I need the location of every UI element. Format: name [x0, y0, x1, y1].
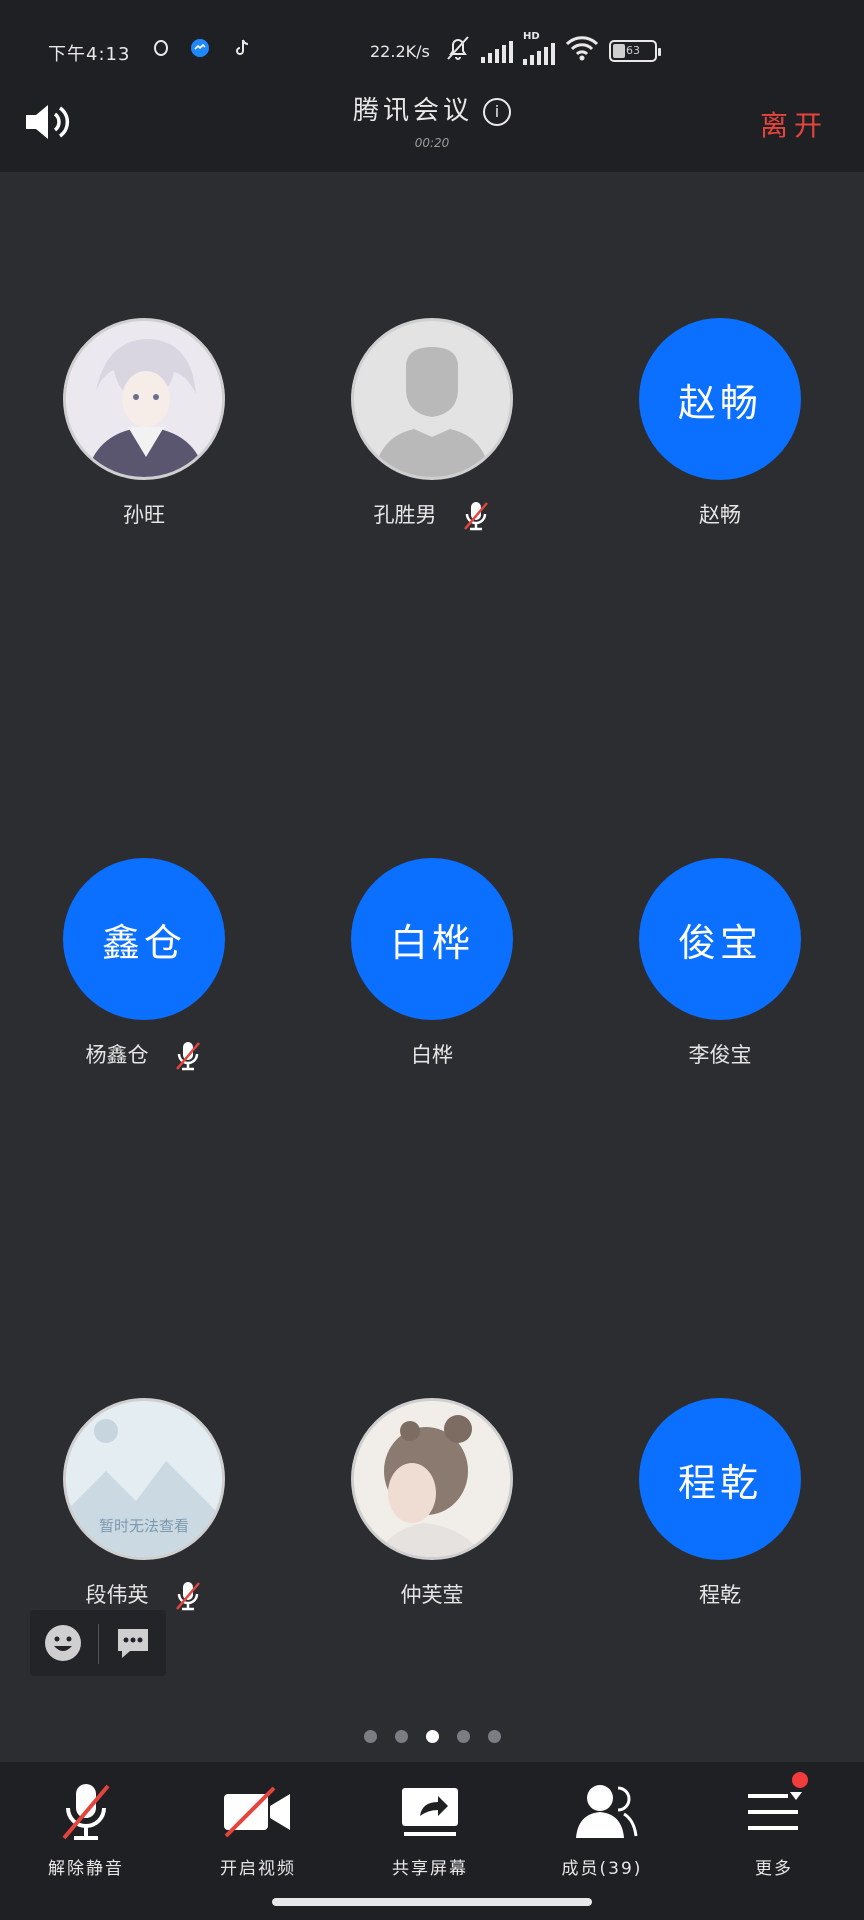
participant-tile[interactable]: 孙旺	[34, 318, 254, 532]
page-dot[interactable]	[487, 1730, 501, 1743]
top-bar: 下午4:13 22.2K/s HD 63 腾讯会议 i 00:20 离开	[0, 0, 864, 172]
status-right: HD 63	[445, 31, 661, 67]
start-video-button[interactable]: 开启视频	[172, 1762, 344, 1882]
avatar: 程乾	[639, 1398, 801, 1560]
participant-name: 杨鑫仓	[85, 1043, 149, 1067]
home-indicator[interactable]	[272, 1898, 592, 1906]
participant-name: 孔胜男	[373, 503, 437, 527]
signal-icon-2: HD	[523, 31, 555, 65]
default-person-icon	[374, 347, 490, 477]
participant-tile[interactable]: 赵畅 赵畅	[610, 318, 830, 532]
avatar: 暂时无法查看	[63, 1398, 225, 1560]
participant-tile[interactable]: 程乾 程乾	[610, 1398, 830, 1612]
participant-name: 孙旺	[123, 503, 165, 527]
avatar	[63, 318, 225, 480]
girl-avatar-image	[354, 1401, 510, 1557]
meeting-title-text: 腾讯会议	[352, 96, 473, 126]
muted-mic-icon	[173, 1039, 203, 1073]
participant-tile[interactable]: 仲芙莹	[322, 1398, 542, 1612]
muted-mic-icon	[461, 499, 491, 533]
page-dot[interactable]	[425, 1730, 439, 1743]
reaction-chat-panel	[30, 1610, 166, 1676]
unmute-label: 解除静音	[48, 1859, 124, 1879]
battery-level: 63	[626, 44, 640, 57]
participant-name: 程乾	[699, 1583, 741, 1607]
anime-avatar-image	[66, 321, 222, 477]
page-dot[interactable]	[394, 1730, 408, 1743]
meeting-header: 腾讯会议 i 00:20 离开	[0, 84, 864, 164]
divider	[98, 1624, 99, 1664]
battery-icon: 63	[609, 39, 661, 62]
unmute-button[interactable]: 解除静音	[0, 1762, 172, 1882]
participant-tile[interactable]: 白桦 白桦	[322, 858, 542, 1072]
chat-icon[interactable]	[114, 1624, 152, 1662]
video-off-icon	[218, 1780, 298, 1844]
participant-name-row: 白桦	[322, 1038, 542, 1072]
participant-name-row: 孙旺	[34, 498, 254, 532]
participant-name-row: 杨鑫仓	[34, 1038, 254, 1072]
share-label: 共享屏幕	[392, 1859, 468, 1879]
participant-name: 赵畅	[699, 503, 741, 527]
members-icon	[562, 1780, 642, 1844]
page-indicator	[0, 1730, 864, 1743]
muted-mic-icon	[173, 1579, 203, 1613]
participant-tile[interactable]: 鑫仓 杨鑫仓	[34, 858, 254, 1072]
avatar	[351, 318, 513, 480]
qq-notification-icon	[152, 38, 170, 63]
share-screen-button[interactable]: 共享屏幕	[344, 1762, 516, 1882]
bottom-toolbar: 解除静音 开启视频 共享屏幕 成员(39) 更多	[0, 1762, 864, 1920]
wifi-icon	[565, 35, 599, 66]
participant-name-row: 仲芙莹	[322, 1578, 542, 1612]
participant-name: 白桦	[411, 1043, 453, 1067]
more-menu-icon	[734, 1772, 814, 1844]
participant-tile[interactable]: 暂时无法查看 段伟英	[34, 1398, 254, 1612]
avatar: 白桦	[351, 858, 513, 1020]
participant-name: 仲芙莹	[400, 1583, 464, 1607]
participant-tile[interactable]: 孔胜男	[322, 318, 542, 532]
status-time: 下午4:13	[48, 44, 131, 65]
unavailable-caption: 暂时无法查看	[98, 1517, 189, 1535]
members-button[interactable]: 成员(39)	[516, 1762, 688, 1882]
app-notification-icon	[190, 38, 210, 63]
info-icon[interactable]: i	[483, 98, 511, 126]
signal-icon-1	[481, 39, 513, 63]
avatar: 俊宝	[639, 858, 801, 1020]
tiktok-notification-icon	[234, 38, 250, 63]
participant-name: 段伟英	[85, 1583, 149, 1607]
leave-button[interactable]: 离开	[760, 104, 828, 144]
participant-name: 李俊宝	[688, 1043, 752, 1067]
network-speed: 22.2K/s	[370, 42, 430, 61]
participant-name-row: 程乾	[610, 1578, 830, 1612]
participant-name-row: 赵畅	[610, 498, 830, 532]
participant-name-row: 孔胜男	[322, 498, 542, 532]
meeting-timer: 00:20	[414, 136, 450, 150]
more-label: 更多	[755, 1859, 793, 1879]
share-screen-icon	[390, 1780, 470, 1844]
notification-badge	[792, 1772, 808, 1788]
network-type-label: HD	[523, 30, 540, 42]
more-button[interactable]: 更多	[688, 1762, 860, 1882]
avatar: 鑫仓	[63, 858, 225, 1020]
participant-name-row: 段伟英	[34, 1578, 254, 1612]
avatar	[351, 1398, 513, 1560]
members-label: 成员(39)	[561, 1859, 643, 1879]
avatar: 赵畅	[639, 318, 801, 480]
page-dot[interactable]	[456, 1730, 470, 1743]
meeting-title[interactable]: 腾讯会议 i	[0, 90, 864, 127]
silent-bell-icon	[445, 34, 471, 67]
page-dot[interactable]	[363, 1730, 377, 1743]
muted-mic-icon	[46, 1780, 126, 1844]
video-label: 开启视频	[220, 1859, 296, 1879]
status-bar: 下午4:13 22.2K/s HD 63	[0, 28, 864, 72]
emoji-icon[interactable]	[44, 1624, 82, 1662]
participant-name-row: 李俊宝	[610, 1038, 830, 1072]
participant-tile[interactable]: 俊宝 李俊宝	[610, 858, 830, 1072]
